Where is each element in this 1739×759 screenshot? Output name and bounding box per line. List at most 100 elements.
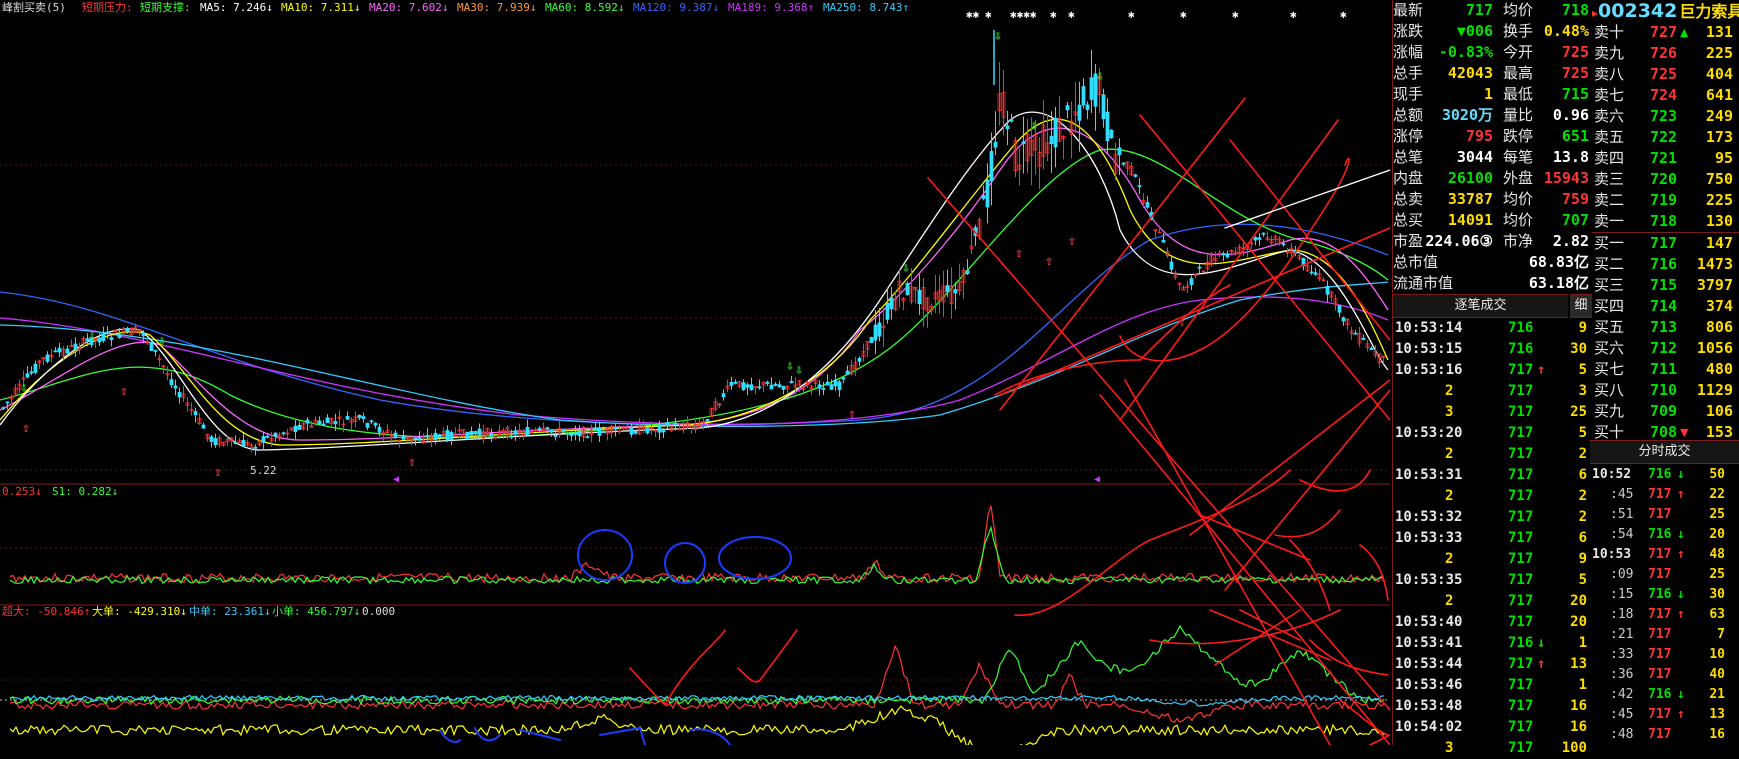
kline-chart-svg[interactable]: 峰割买卖(5) 短期压力: 短期支撑: MA5: 7.246↓ MA10: 7.3… xyxy=(0,0,1391,759)
trade-row[interactable]: 10:53:16 717 ↑ 5 xyxy=(1393,360,1593,381)
bid-level-row[interactable]: 买二 716 1473 xyxy=(1592,254,1739,275)
minute-trade-row[interactable]: :36 717 40 xyxy=(1590,664,1739,685)
minute-direction-icon: ↑ xyxy=(1677,487,1685,502)
bid-level-row[interactable]: 买八 710 1129 xyxy=(1592,380,1739,401)
trade-row[interactable]: 10:53:48 717 16 xyxy=(1393,696,1593,717)
bid-level-row[interactable]: 买一 717 147 xyxy=(1592,233,1739,254)
quote-label: 量比 xyxy=(1503,106,1534,124)
trade-row[interactable]: 10:53:35 717 5 xyxy=(1393,570,1593,591)
trade-row[interactable]: 10:54:02 717 16 xyxy=(1393,717,1593,738)
trade-row[interactable]: 2 717 2 xyxy=(1393,486,1593,507)
candle-body xyxy=(945,285,950,293)
book-volume: 225 xyxy=(1705,191,1733,209)
quote-label: 现手 xyxy=(1393,85,1424,103)
trade-row[interactable]: 2 717 9 xyxy=(1393,549,1593,570)
trades-detail-button[interactable]: 细 xyxy=(1570,294,1592,318)
ask-level-row[interactable]: 卖七 724 641 xyxy=(1592,85,1739,106)
trades-header[interactable]: 逐笔成交 xyxy=(1393,294,1568,318)
float-cap-label: 流通市值 xyxy=(1393,274,1454,292)
ask-level-row[interactable]: 卖九 726 225 xyxy=(1592,43,1739,64)
trade-row[interactable]: 10:53:31 717 6 xyxy=(1393,465,1593,486)
bid-level-row[interactable]: 买三 715 3797 xyxy=(1592,275,1739,296)
minute-trade-row[interactable]: :42 716 ↓ 21 xyxy=(1590,684,1739,705)
quote-row: 总买 14091 均价 707 xyxy=(1393,210,1593,231)
candle-body xyxy=(193,411,198,416)
bid-level-row[interactable]: 买七 711 480 xyxy=(1592,359,1739,380)
trade-row[interactable]: 10:53:33 717 6 xyxy=(1393,528,1593,549)
ask-level-row[interactable]: 卖二 719 225 xyxy=(1592,190,1739,211)
bid-level-row[interactable]: 买五 713 806 xyxy=(1592,317,1739,338)
ask-level-row[interactable]: 卖十 727 ▲ 131 xyxy=(1592,22,1739,43)
ask-level-row[interactable]: 卖八 725 404 xyxy=(1592,64,1739,85)
minute-trade-row[interactable]: :09 717 25 xyxy=(1590,564,1739,585)
indicator-lines xyxy=(9,505,1385,585)
candle-body xyxy=(45,354,50,362)
minute-trade-row[interactable]: :51 717 25 xyxy=(1590,504,1739,525)
candle-body xyxy=(413,437,418,440)
trade-row[interactable]: 10:53:14 716 9 xyxy=(1393,318,1593,339)
minute-price: 717 xyxy=(1648,707,1672,722)
curve-annotation xyxy=(1359,544,1389,601)
minute-trade-row[interactable]: 10:53 717 ↑ 48 xyxy=(1590,544,1739,565)
minute-trade-row[interactable]: :15 716 ↓ 30 xyxy=(1590,584,1739,605)
quote-label: 换手 xyxy=(1503,22,1534,40)
trade-row[interactable]: 10:53:32 717 2 xyxy=(1393,507,1593,528)
blue-scribble xyxy=(689,728,731,746)
candle-body xyxy=(1005,125,1010,129)
trade-row[interactable]: 10:53:40 717 20 xyxy=(1393,612,1593,633)
ma-legend-item: MA250: 8.743↑ xyxy=(823,1,909,14)
quote-row: 涨幅 -0.83% 今开 725 xyxy=(1393,42,1593,63)
trade-row[interactable]: 2 717 3 xyxy=(1393,381,1593,402)
minute-trade-row[interactable]: :18 717 ↑ 63 xyxy=(1590,604,1739,625)
trade-row[interactable]: 10:53:46 717 1 xyxy=(1393,675,1593,696)
trade-row[interactable]: 3 717 100 xyxy=(1393,738,1593,759)
minute-trade-row[interactable]: :33 717 10 xyxy=(1590,644,1739,665)
trade-time: 10:53:46 xyxy=(1395,677,1463,693)
candle-body xyxy=(1197,266,1202,269)
trade-row[interactable]: 10:53:44 717 ↑ 13 xyxy=(1393,654,1593,675)
trade-row[interactable]: 10:53:41 716 ↓ 1 xyxy=(1393,633,1593,654)
ask-level-row[interactable]: 卖三 720 750 xyxy=(1592,169,1739,190)
quote-label: 内盘 xyxy=(1393,169,1424,187)
trade-row[interactable]: 10:53:20 717 5 xyxy=(1393,423,1593,444)
minute-price: 717 xyxy=(1648,647,1672,662)
curve-annotation xyxy=(1014,469,1291,616)
minute-price: 716 xyxy=(1648,527,1672,542)
minute-trades-header[interactable]: 分时成交 xyxy=(1590,440,1739,464)
book-volume: 130 xyxy=(1705,212,1733,230)
kline-chart-area[interactable]: 峰割买卖(5) 短期压力: 短期支撑: MA5: 7.246↓ MA10: 7.3… xyxy=(0,0,1391,759)
minute-trade-row[interactable]: :21 717 7 xyxy=(1590,624,1739,645)
minute-trade-row[interactable]: :48 717 16 xyxy=(1590,724,1739,745)
trade-price: 717 xyxy=(1508,425,1534,441)
candle-body xyxy=(601,431,606,433)
candle-body xyxy=(825,381,830,386)
bid-level-row[interactable]: 买六 712 1056 xyxy=(1592,338,1739,359)
candle-body xyxy=(445,430,450,441)
minute-trade-row[interactable]: 10:52 716 ↓ 50 xyxy=(1590,464,1739,485)
quote-value: 0.48% xyxy=(1543,22,1589,40)
candle-body xyxy=(361,416,366,419)
ask-level-row[interactable]: 卖六 723 249 xyxy=(1592,106,1739,127)
minute-trade-row[interactable]: :45 717 ↑ 13 xyxy=(1590,704,1739,725)
minute-trade-row[interactable]: :45 717 ↑ 22 xyxy=(1590,484,1739,505)
candle-body xyxy=(173,385,178,389)
bid-level-row[interactable]: 买四 714 374 xyxy=(1592,296,1739,317)
trade-row[interactable]: 2 717 20 xyxy=(1393,591,1593,612)
minute-volume: 25 xyxy=(1709,567,1725,582)
minute-trade-row[interactable]: :54 716 ↓ 20 xyxy=(1590,524,1739,545)
minute-price: 717 xyxy=(1648,607,1672,622)
stock-title: ▸002342 巨力索具 xyxy=(1592,0,1739,22)
trade-row[interactable]: 10:53:15 716 30 xyxy=(1393,339,1593,360)
ask-level-row[interactable]: 卖四 721 95 xyxy=(1592,148,1739,169)
quote-label: 总买 xyxy=(1393,211,1424,229)
candle-body xyxy=(393,432,398,438)
candle-body xyxy=(281,432,286,435)
ask-level-row[interactable]: 卖一 718 130 xyxy=(1592,211,1739,232)
candle-body xyxy=(577,430,582,437)
bid-level-row[interactable]: 买九 709 106 xyxy=(1592,401,1739,422)
ask-level-row[interactable]: 卖五 722 173 xyxy=(1592,127,1739,148)
trade-row[interactable]: 3 717 25 xyxy=(1393,402,1593,423)
trade-row[interactable]: 2 717 2 xyxy=(1393,444,1593,465)
candle-body xyxy=(261,436,266,443)
trade-time: 10:53:32 xyxy=(1395,509,1463,525)
